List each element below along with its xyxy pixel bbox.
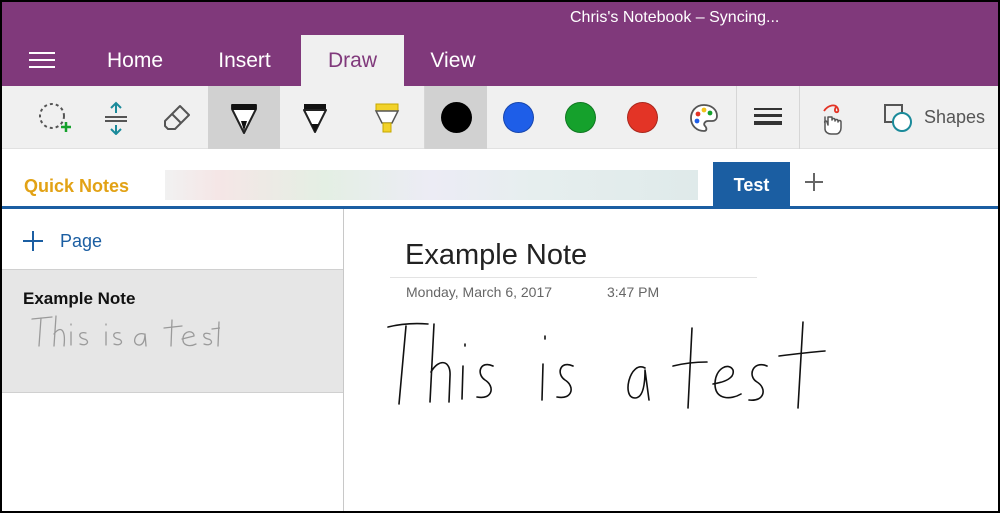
shapes-button[interactable]: Shapes	[864, 86, 998, 149]
add-section-button[interactable]	[802, 170, 826, 194]
note-canvas[interactable]: Example Note Monday, March 6, 2017 3:47 …	[345, 209, 998, 511]
plus-icon	[805, 173, 823, 191]
section-quick-notes[interactable]: Quick Notes	[24, 176, 129, 197]
tab-draw[interactable]: Draw	[301, 35, 404, 86]
note-time: 3:47 PM	[607, 284, 660, 300]
draw-toolbar: Shapes	[2, 86, 998, 149]
section-bar: Quick Notes Test	[2, 150, 998, 208]
color-swatch-black[interactable]	[425, 86, 487, 149]
palette-icon	[690, 103, 718, 132]
pencil-button[interactable]	[280, 86, 350, 149]
pen-button[interactable]	[208, 86, 280, 149]
onenote-window: Chris's Notebook – Syncing... Home Inser…	[2, 2, 998, 511]
page-ink-preview	[31, 315, 220, 347]
pencil-icon	[303, 103, 327, 133]
swatch-green	[564, 102, 596, 133]
color-swatch-blue[interactable]	[487, 86, 549, 149]
hamburger-menu-icon[interactable]	[29, 52, 55, 68]
add-page-button[interactable]: Page	[22, 229, 102, 253]
lasso-select-button[interactable]	[22, 86, 86, 149]
shapes-label: Shapes	[924, 107, 986, 127]
insert-space-icon	[105, 101, 127, 135]
note-date: Monday, March 6, 2017	[406, 284, 553, 300]
section-tabs-strip	[165, 170, 698, 200]
swatch-black	[440, 102, 472, 133]
swatch-blue	[502, 102, 534, 133]
title-underline	[390, 277, 757, 278]
title-bar: Chris's Notebook – Syncing... Home Inser…	[2, 2, 998, 86]
ink-handwriting	[387, 321, 826, 409]
section-tab-test[interactable]: Test	[713, 162, 790, 208]
stroke-thickness-button[interactable]	[737, 86, 799, 149]
page-item-title: Example Note	[23, 289, 136, 308]
lasso-select-icon	[39, 102, 71, 132]
insert-space-button[interactable]	[86, 86, 146, 149]
draw-with-touch-icon	[823, 104, 842, 135]
pen-icon	[231, 103, 257, 134]
tab-insert[interactable]: Insert	[198, 35, 291, 86]
page-list: Page Example Note	[2, 209, 344, 511]
color-swatch-red[interactable]	[611, 86, 673, 149]
highlighter-icon	[374, 103, 400, 132]
tab-view[interactable]: View	[412, 35, 494, 86]
color-swatch-green[interactable]	[549, 86, 611, 149]
eraser-icon	[164, 104, 190, 130]
swatch-red	[626, 102, 658, 133]
tab-home[interactable]: Home	[89, 35, 181, 86]
page-item-example-note[interactable]: Example Note	[2, 269, 343, 393]
plus-icon	[23, 231, 43, 251]
window-title: Chris's Notebook – Syncing...	[570, 9, 780, 26]
add-page-label: Page	[60, 230, 103, 251]
more-colors-button[interactable]	[673, 86, 735, 149]
eraser-button[interactable]	[146, 86, 208, 149]
shapes-icon	[884, 103, 912, 132]
highlighter-button[interactable]	[350, 86, 424, 149]
draw-with-touch-button[interactable]	[800, 86, 862, 149]
note-title[interactable]: Example Note	[405, 239, 587, 272]
line-thickness-icon	[754, 107, 782, 125]
